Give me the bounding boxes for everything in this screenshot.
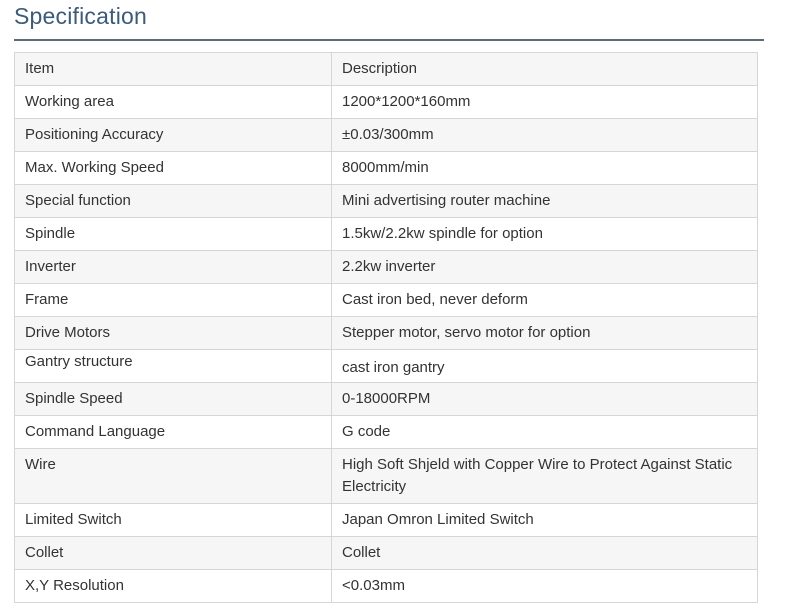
spec-description: ±0.03/300mm [331, 118, 758, 152]
table-row: Inverter 2.2kw inverter [14, 250, 758, 284]
spec-description: 0-18000RPM [331, 382, 758, 416]
title-divider [14, 39, 764, 41]
spec-description: Stepper motor, servo motor for option [331, 316, 758, 350]
table-row: Gantry structure cast iron gantry [14, 349, 758, 383]
spec-item: Spindle Speed [14, 382, 332, 416]
table-row: Spindle 1.5kw/2.2kw spindle for option [14, 217, 758, 251]
spec-item: Working area [14, 85, 332, 119]
table-row: Frame Cast iron bed, never deform [14, 283, 758, 317]
column-header-description: Description [331, 52, 758, 86]
spec-description: 1200*1200*160mm [331, 85, 758, 119]
spec-description: 1.5kw/2.2kw spindle for option [331, 217, 758, 251]
table-row: Wire High Soft Shjeld with Copper Wire t… [14, 448, 758, 504]
spec-description: Japan Omron Limited Switch [331, 503, 758, 537]
spec-description: 8000mm/min [331, 151, 758, 185]
spec-item: Spindle [14, 217, 332, 251]
spec-item: Frame [14, 283, 332, 317]
spec-description: High Soft Shjeld with Copper Wire to Pro… [331, 448, 758, 504]
spec-item: Gantry structure [14, 349, 332, 383]
specification-table: Item Description Working area 1200*1200*… [14, 52, 758, 603]
spec-description: 2.2kw inverter [331, 250, 758, 284]
table-header-row: Item Description [14, 52, 758, 86]
column-header-item: Item [14, 52, 332, 86]
table-row: Limited Switch Japan Omron Limited Switc… [14, 503, 758, 537]
table-row: Spindle Speed 0-18000RPM [14, 382, 758, 416]
table-row: Collet Collet [14, 536, 758, 570]
table-row: Drive Motors Stepper motor, servo motor … [14, 316, 758, 350]
spec-item: Command Language [14, 415, 332, 449]
spec-item: Drive Motors [14, 316, 332, 350]
page-title: Specification [14, 3, 148, 29]
spec-item: Max. Working Speed [14, 151, 332, 185]
spec-description: cast iron gantry [331, 349, 758, 383]
spec-description: Collet [331, 536, 758, 570]
table-row: Special function Mini advertising router… [14, 184, 758, 218]
spec-item: Positioning Accuracy [14, 118, 332, 152]
table-row: X,Y Resolution <0.03mm [14, 569, 758, 603]
table-row: Positioning Accuracy ±0.03/300mm [14, 118, 758, 152]
spec-item: Inverter [14, 250, 332, 284]
spec-description: Cast iron bed, never deform [331, 283, 758, 317]
spec-item: Special function [14, 184, 332, 218]
spec-description: G code [331, 415, 758, 449]
spec-description: Mini advertising router machine [331, 184, 758, 218]
spec-item: Wire [14, 448, 332, 504]
spec-item: Limited Switch [14, 503, 332, 537]
spec-description: <0.03mm [331, 569, 758, 603]
table-row: Working area 1200*1200*160mm [14, 85, 758, 119]
spec-item: X,Y Resolution [14, 569, 332, 603]
spec-item: Collet [14, 536, 332, 570]
table-row: Max. Working Speed 8000mm/min [14, 151, 758, 185]
table-row: Command Language G code [14, 415, 758, 449]
